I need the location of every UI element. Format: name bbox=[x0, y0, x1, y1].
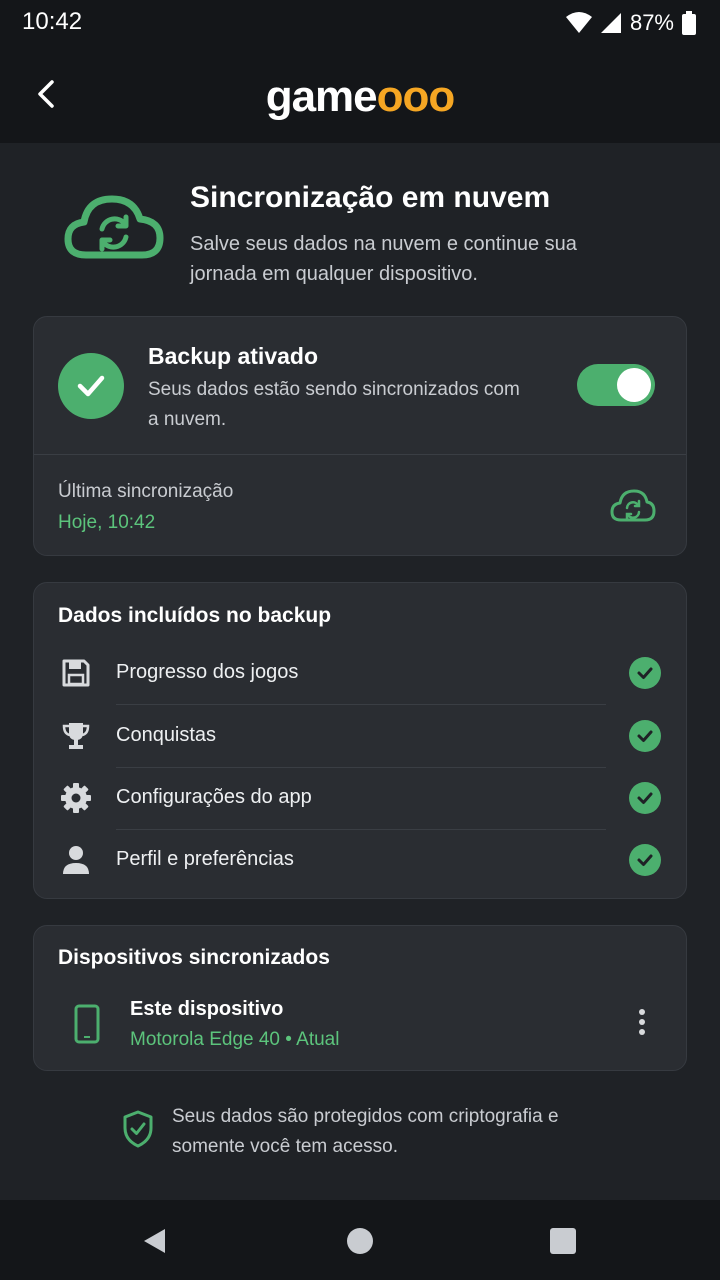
app-logo: gameooo bbox=[0, 72, 720, 122]
shield-check-icon bbox=[123, 1110, 153, 1148]
list-item-label: Perfil e preferências bbox=[116, 848, 294, 870]
backup-contents-card: Dados incluídos no backup Progresso dos … bbox=[33, 582, 687, 899]
checkmark-icon bbox=[77, 375, 105, 397]
check-icon bbox=[629, 657, 661, 689]
backup-toggle[interactable] bbox=[577, 364, 655, 406]
signal-icon bbox=[600, 13, 621, 33]
security-note: Seus dados são protegidos com criptograf… bbox=[0, 1100, 720, 1170]
backup-active-icon bbox=[58, 353, 124, 419]
status-bar: 10:42 87% bbox=[0, 0, 720, 48]
wifi-icon bbox=[565, 12, 592, 33]
battery-percent: 87% bbox=[629, 10, 674, 35]
more-options-icon[interactable] bbox=[630, 1006, 654, 1038]
person-icon bbox=[63, 846, 89, 874]
synced-devices-card: Dispositivos sincronizados Este disposit… bbox=[33, 925, 687, 1071]
check-icon bbox=[629, 720, 661, 752]
nav-home-icon[interactable] bbox=[345, 1226, 375, 1256]
last-sync-value: Hoje, 10:42 bbox=[58, 512, 156, 533]
device-name: Este dispositivo bbox=[130, 998, 284, 1020]
battery-icon bbox=[682, 11, 696, 35]
divider bbox=[116, 704, 606, 705]
phone-icon bbox=[74, 1004, 100, 1044]
trophy-icon bbox=[62, 723, 90, 749]
nav-recents-icon[interactable] bbox=[548, 1226, 578, 1256]
backup-description: Seus dados estão sendo sincronizados com… bbox=[148, 379, 520, 430]
last-sync-label: Última sincronização bbox=[58, 481, 234, 502]
check-icon bbox=[629, 782, 661, 814]
list-item-achievements: Conquistas bbox=[34, 706, 686, 768]
save-icon bbox=[62, 659, 90, 687]
backup-title: Backup ativado bbox=[148, 343, 318, 369]
cloud-sync-small-icon[interactable] bbox=[610, 487, 656, 523]
security-note-text: Seus dados são protegidos com criptograf… bbox=[172, 1106, 559, 1157]
list-item-label: Conquistas bbox=[116, 724, 217, 746]
page-subtitle: Salve seus dados na nuvem e continue sua… bbox=[190, 233, 577, 285]
nav-back-icon[interactable] bbox=[140, 1226, 170, 1256]
logo-accent: ooo bbox=[376, 72, 456, 121]
status-time: 10:42 bbox=[22, 8, 83, 35]
section-heading: Dados incluídos no backup bbox=[58, 604, 332, 627]
list-item-label: Progresso dos jogos bbox=[116, 661, 299, 683]
gear-icon bbox=[61, 783, 91, 813]
cloud-sync-icon bbox=[64, 195, 164, 259]
section-heading: Dispositivos sincronizados bbox=[58, 946, 330, 969]
device-model: Motorola Edge 40 • Atual bbox=[130, 1029, 340, 1050]
logo-main: game bbox=[265, 72, 378, 121]
page-title: Sincronização em nuvem bbox=[190, 181, 551, 214]
app-bar: gameooo bbox=[0, 48, 720, 143]
list-item-game-progress: Progresso dos jogos bbox=[34, 643, 686, 705]
list-item-app-settings: Configurações do app bbox=[34, 768, 686, 830]
list-item-profile: Perfil e preferências bbox=[34, 830, 686, 892]
hero-section: Sincronização em nuvem Salve seus dados … bbox=[0, 143, 720, 313]
toggle-knob bbox=[617, 368, 651, 402]
system-nav-bar bbox=[0, 1200, 720, 1280]
list-item-label: Configurações do app bbox=[116, 786, 312, 808]
divider bbox=[34, 454, 686, 455]
check-icon bbox=[629, 844, 661, 876]
status-indicators: 87% bbox=[565, 10, 696, 36]
backup-status-card: Backup ativado Seus dados estão sendo si… bbox=[33, 316, 687, 556]
